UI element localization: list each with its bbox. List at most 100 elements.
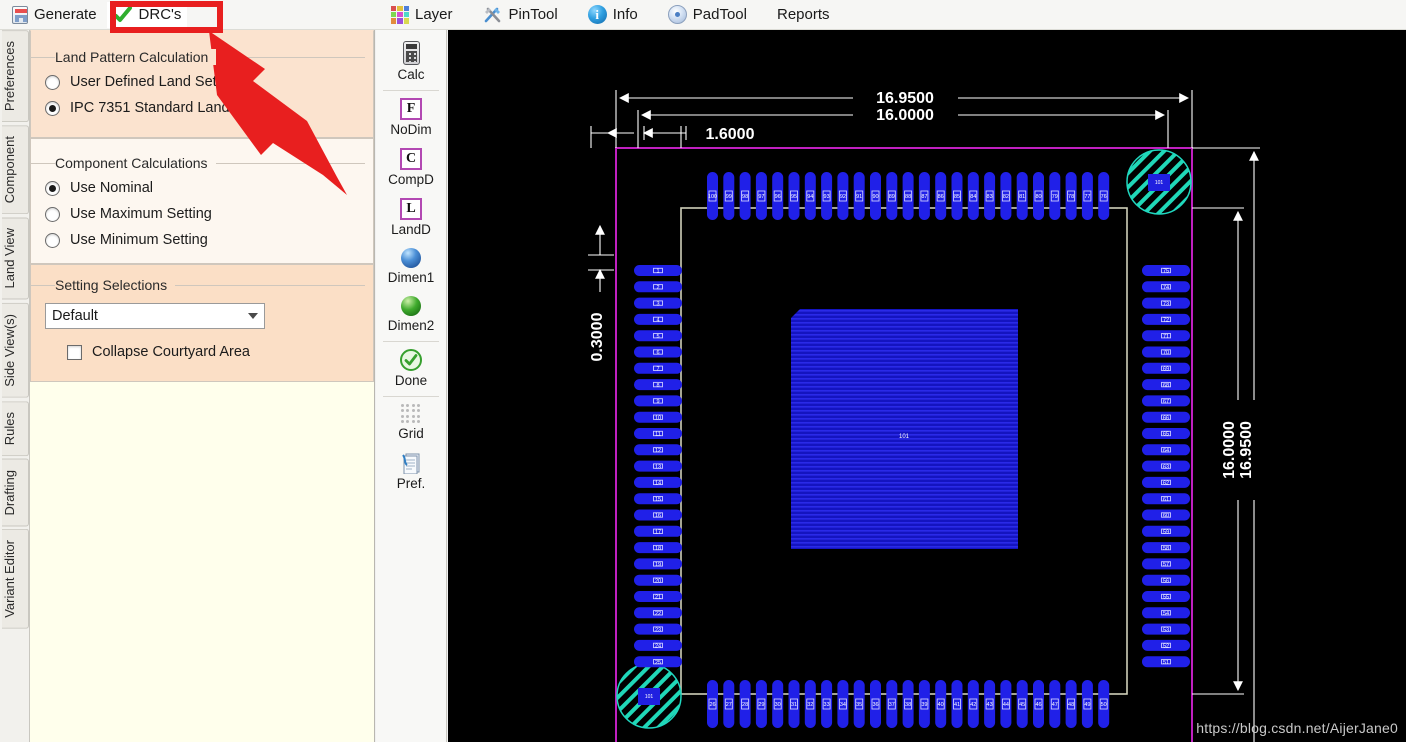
crossed-tools-icon (483, 6, 503, 24)
pad: 60 (1142, 510, 1190, 521)
pad-number: 29 (758, 702, 764, 708)
pad: 38 (903, 680, 914, 728)
pad: 67 (1142, 395, 1190, 406)
pad: 25 (634, 656, 682, 667)
pad-number: 16 (655, 513, 661, 519)
pad: 80 (1033, 172, 1044, 220)
tool-nodim[interactable]: F NoDim (376, 93, 446, 143)
menu-item-padtool[interactable]: PadTool (662, 2, 753, 27)
tool-calc[interactable]: Calc (376, 36, 446, 88)
menu-label-pintool: PinTool (509, 6, 558, 23)
pad: 98 (740, 172, 751, 220)
footprint-canvas[interactable]: 101 101 101 1009998979695949392919089888… (448, 30, 1406, 742)
pad-number: 81 (1019, 194, 1025, 200)
tool-dimen2[interactable]: Dimen2 (376, 291, 446, 339)
checkbox-collapse-courtyard-area[interactable]: Collapse Courtyard Area (31, 339, 373, 365)
pad-number: 84 (970, 194, 976, 200)
pad-number: 58 (1163, 546, 1169, 552)
pad: 59 (1142, 526, 1190, 537)
checkbox-indicator (67, 345, 82, 360)
dimension-pitch-lead: 1.6000 (706, 126, 755, 143)
pad-number: 94 (807, 194, 813, 200)
pad-number: 69 (1163, 367, 1169, 373)
corner-marker-label: 101 (645, 694, 654, 700)
pad-number: 49 (1084, 702, 1090, 708)
component-calculations-group: Component Calculations Use Nominal Use M… (30, 138, 374, 264)
tool-pref[interactable]: Pref. (376, 447, 446, 497)
pad: 31 (789, 680, 800, 728)
sidebar-tab-drafting[interactable]: Drafting (2, 459, 29, 527)
pad: 26 (707, 680, 718, 728)
menu-item-layer[interactable]: Layer (385, 3, 459, 27)
pad-number: 62 (1163, 481, 1169, 487)
tool-grid[interactable]: Grid (376, 399, 446, 447)
radio-user-defined-land-settings[interactable]: User Defined Land Settings (31, 69, 373, 95)
pad-number: 31 (791, 702, 797, 708)
green-sphere-icon (401, 296, 421, 316)
radio-use-minimum-setting[interactable]: Use Minimum Setting (31, 227, 373, 253)
radio-use-nominal[interactable]: Use Nominal (31, 175, 373, 201)
menu-item-reports[interactable]: Reports (771, 3, 836, 26)
tool-compd[interactable]: C CompD (376, 143, 446, 193)
tool-landd[interactable]: L LandD (376, 193, 446, 243)
radio-indicator (45, 75, 60, 90)
radio-ipc7351-standard-land-settings[interactable]: IPC 7351 Standard Land Settings (31, 95, 373, 121)
pad-number: 96 (775, 194, 781, 200)
pad-number: 27 (726, 702, 732, 708)
sidebar-tab-variant-editor[interactable]: Variant Editor (2, 529, 29, 629)
pad-number: 19 (655, 562, 661, 568)
pad-number: 75 (1163, 269, 1169, 275)
pad-disc-icon (668, 5, 687, 24)
pad-number: 40 (938, 702, 944, 708)
pad: 57 (1142, 558, 1190, 569)
pad-number: 55 (1163, 595, 1169, 601)
group-title-component-calculations: Component Calculations (55, 155, 216, 171)
radio-indicator (45, 101, 60, 116)
pad: 76 (1098, 172, 1109, 220)
sidebar-tab-component[interactable]: Component (2, 125, 29, 214)
dimension-top-outer: 16.9500 (876, 90, 934, 107)
pad: 54 (1142, 607, 1190, 618)
pad: 44 (1000, 680, 1011, 728)
sidebar-tab-preferences[interactable]: Preferences (2, 30, 29, 122)
tool-dimen1[interactable]: Dimen1 (376, 243, 446, 291)
drc-button[interactable]: DRC's (107, 2, 188, 28)
menu-label-info: Info (613, 6, 638, 23)
menu-item-info[interactable]: i Info (582, 2, 644, 27)
menu-item-pintool[interactable]: PinTool (477, 3, 564, 27)
radio-label: Use Nominal (70, 180, 153, 196)
pad: 94 (805, 172, 816, 220)
pad-number: 5 (656, 334, 659, 340)
pad: 68 (1142, 379, 1190, 390)
radio-use-maximum-setting[interactable]: Use Maximum Setting (31, 201, 373, 227)
pad-number: 30 (775, 702, 781, 708)
pad: 46 (1033, 680, 1044, 728)
tool-done[interactable]: Done (376, 344, 446, 394)
pad: 91 (854, 172, 865, 220)
pad: 9 (634, 395, 682, 406)
pad: 24 (634, 640, 682, 651)
radio-indicator (45, 181, 60, 196)
pad: 95 (789, 172, 800, 220)
dimension-top-inner: 16.0000 (876, 107, 934, 124)
green-check-icon (113, 5, 133, 25)
left-toolbar: Generate DRC's (0, 0, 375, 30)
sidebar-tab-side-views[interactable]: Side View(s) (2, 303, 29, 398)
land-pattern-calculation-group: Land Pattern Calculation User Defined La… (30, 30, 374, 138)
setting-selection-dropdown[interactable]: Default (45, 303, 265, 329)
pad: 4 (634, 314, 682, 325)
pad-number: 86 (938, 194, 944, 200)
pad: 16 (634, 510, 682, 521)
pad-number: 89 (889, 194, 895, 200)
pad-number: 74 (1163, 285, 1169, 291)
letter-f-icon: F (400, 98, 422, 120)
pad: 47 (1049, 680, 1060, 728)
pad-number: 48 (1068, 702, 1074, 708)
pad: 6 (634, 347, 682, 358)
sidebar-tab-land-view[interactable]: Land View (2, 217, 29, 299)
generate-button[interactable]: Generate (6, 3, 103, 27)
sidebar-tab-rules[interactable]: Rules (2, 401, 29, 456)
corner-marker-top-right: 101 (1127, 150, 1191, 214)
blue-sphere-icon (401, 248, 421, 268)
pad-number: 47 (1052, 702, 1058, 708)
